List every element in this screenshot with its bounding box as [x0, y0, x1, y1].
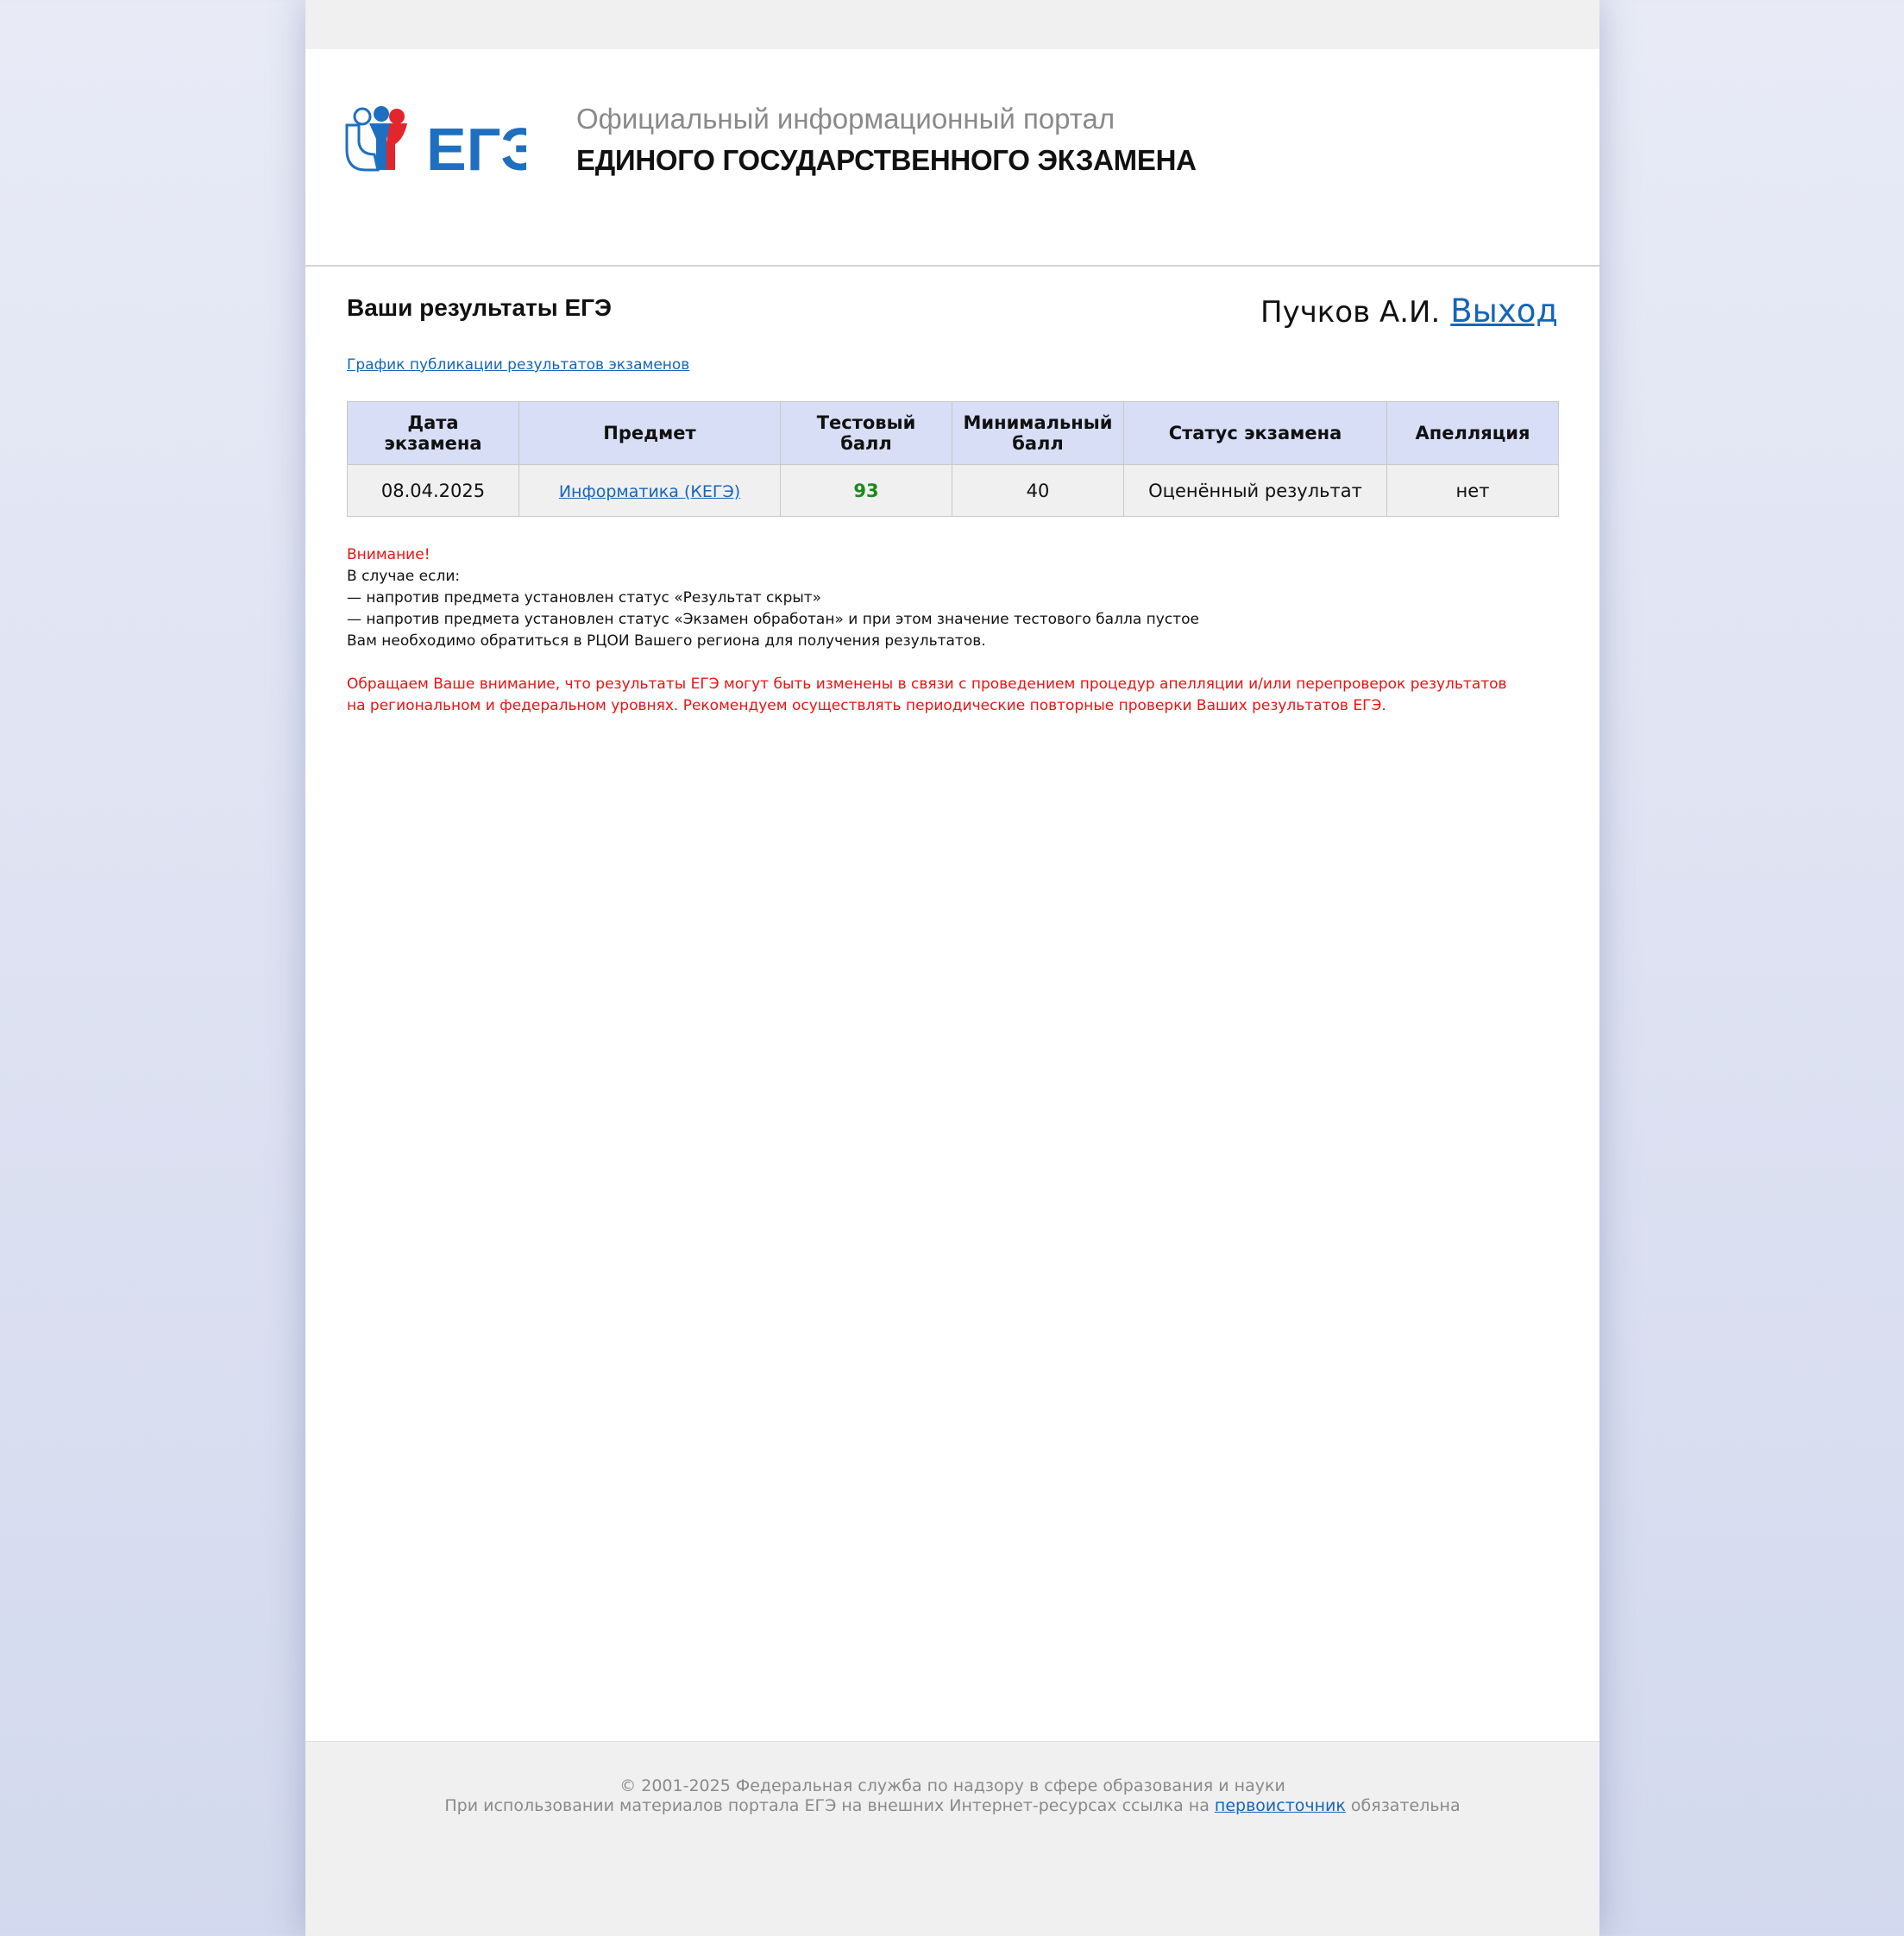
user-name: Пучков А.И. — [1260, 295, 1441, 330]
footer-usage-prefix: При использовании материалов портала ЕГЭ… — [444, 1796, 1210, 1815]
portal-title: ЕДИНОГО ГОСУДАРСТВЕННОГО ЭКЗАМЕНА — [576, 144, 1197, 176]
cell-subject: Информатика (КЕГЭ) — [518, 464, 781, 517]
user-block: Пучков А.И. Выход — [1260, 292, 1558, 330]
notice-spacer — [347, 652, 1558, 674]
column-header-min-score: Минимальный балл — [952, 401, 1124, 465]
table-row: 08.04.2025 Информатика (КЕГЭ) 93 40 Оцен… — [347, 464, 1559, 517]
site-footer: © 2001-2025 Федеральная служба по надзор… — [305, 1741, 1599, 1936]
table-header-row: Дата экзамена Предмет Тестовый балл Минима… — [347, 401, 1559, 465]
cell-status: Оценённый результат — [1123, 464, 1387, 517]
logout-link[interactable]: Выход — [1450, 292, 1558, 330]
column-header-score: Тестовый балл — [780, 401, 952, 465]
subject-link[interactable]: Информатика (КЕГЭ) — [559, 482, 740, 501]
cell-score: 93 — [780, 464, 952, 517]
notice-warning: на региональном и федеральном уровнях. Р… — [347, 697, 1386, 714]
source-link[interactable]: первоисточник — [1215, 1796, 1346, 1815]
footer-copyright: © 2001-2025 Федеральная служба по надзор… — [619, 1776, 1285, 1795]
notice-line: — напротив предмета установлен статус «Р… — [347, 589, 822, 607]
footer-usage-suffix: обязательна — [1350, 1796, 1461, 1815]
notice-warning: Обращаем Ваше внимание, что результаты Е… — [347, 676, 1507, 693]
footer-usage: При использовании материалов портала ЕГЭ… — [305, 1796, 1599, 1816]
page-container: ЕГЭ Официальный информационный портал ЕД… — [305, 0, 1599, 1936]
column-header-status: Статус экзамена — [1123, 401, 1387, 465]
cell-date: 08.04.2025 — [347, 464, 519, 517]
page-title: Ваши результаты ЕГЭ — [347, 294, 612, 321]
cell-appeal: нет — [1386, 464, 1559, 517]
results-table: Дата экзамена Предмет Тестовый балл Минима… — [347, 401, 1559, 517]
column-header-appeal: Апелляция — [1386, 401, 1559, 465]
site-header: ЕГЭ Официальный информационный портал ЕД… — [305, 49, 1599, 267]
notice-line: Вам необходимо обратиться в РЦОИ Вашего … — [347, 632, 986, 650]
portal-subtitle: Официальный информационный портал — [576, 103, 1115, 135]
column-header-date: Дата экзамена — [347, 401, 519, 465]
top-bar — [305, 0, 1599, 49]
notice-line: — напротив предмета установлен статус «Э… — [347, 611, 1199, 628]
notice-block: Внимание! В случае если: — напротив пред… — [347, 544, 1558, 717]
results-schedule-link[interactable]: График публикации результатов экзаменов — [347, 356, 689, 374]
notice-attention: Внимание! — [347, 546, 430, 563]
cell-min-score: 40 — [952, 464, 1124, 517]
ege-logo[interactable]: ЕГЭ — [343, 106, 526, 179]
column-header-subject: Предмет — [518, 401, 781, 465]
notice-line: В случае если: — [347, 568, 461, 585]
svg-text:ЕГЭ: ЕГЭ — [426, 116, 526, 179]
